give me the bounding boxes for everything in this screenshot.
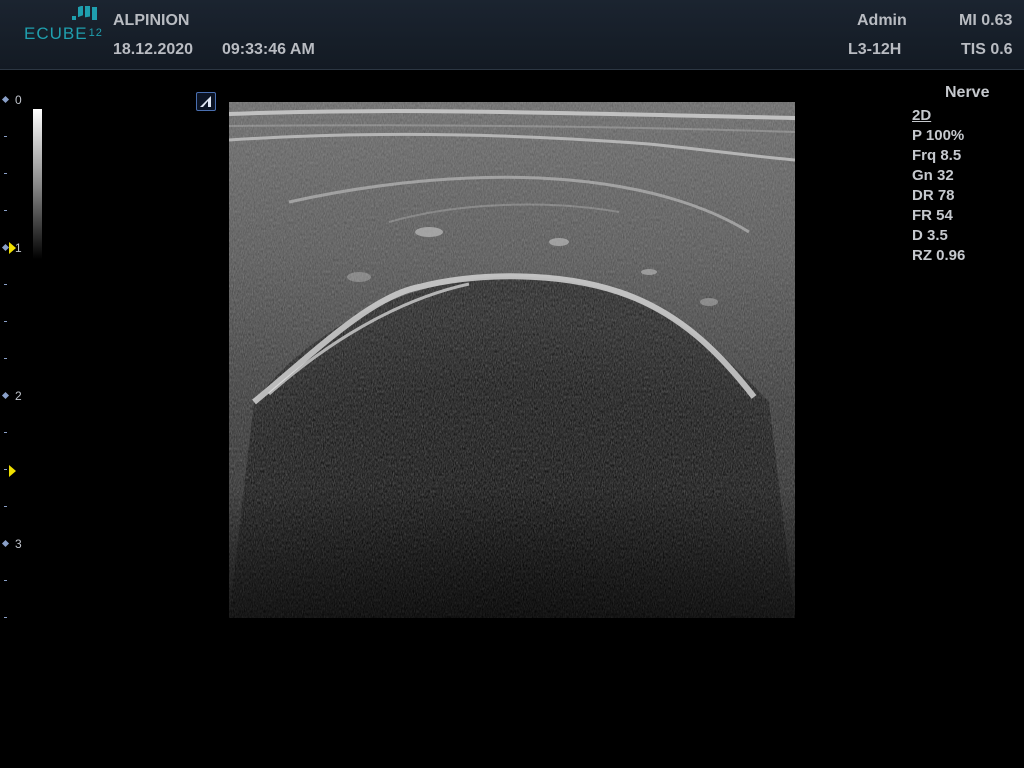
depth-tick-minor — [2, 315, 32, 329]
probe-name[interactable]: L3-12H — [848, 41, 901, 59]
header-bar: ECUBE12 ALPINION 18.12.2020 09:33:46 AM … — [0, 0, 1024, 70]
param-dynamic-range: DR 78 — [912, 187, 955, 204]
mode-label[interactable]: 2D — [912, 107, 931, 124]
grayscale-bar — [33, 109, 42, 259]
depth-scale: 0 1 2 3 — [0, 90, 60, 630]
brand-name: ALPINION — [113, 12, 190, 29]
orientation-glyph-icon — [200, 96, 211, 107]
ecube-logo-icon — [72, 6, 97, 20]
probe-orientation-icon — [196, 92, 216, 111]
depth-tick-minor — [2, 167, 32, 181]
depth-tick-minor — [2, 278, 32, 292]
focus-marker[interactable] — [9, 465, 16, 477]
param-resolution-zoom: RZ 0.96 — [912, 247, 966, 264]
depth-tick-major: 3 — [1, 537, 32, 551]
focus-marker[interactable] — [9, 242, 16, 254]
depth-label: 1 — [15, 241, 22, 255]
exam-date: 18.12.2020 — [113, 41, 194, 58]
param-power: P 100% — [912, 127, 965, 144]
ultrasound-image[interactable] — [229, 102, 795, 618]
ecube-logo: ECUBE12 — [24, 6, 104, 46]
param-frequency: Frq 8.5 — [912, 147, 962, 164]
depth-tick-minor — [2, 574, 32, 588]
mechanical-index: MI 0.63 — [959, 12, 1013, 29]
operator-name[interactable]: Admin — [857, 12, 907, 30]
depth-tick-major: 0 — [1, 93, 32, 107]
depth-tick-minor — [2, 204, 32, 218]
depth-tick-minor — [2, 500, 32, 514]
param-gain: Gn 32 — [912, 167, 954, 184]
depth-tick-minor — [2, 130, 32, 144]
depth-tick-minor — [2, 463, 32, 477]
depth-tick-major: 1 — [1, 241, 32, 255]
depth-label: 0 — [15, 93, 22, 107]
param-depth: D 3.5 — [912, 227, 948, 244]
depth-tick-minor — [2, 426, 32, 440]
preset-label[interactable]: Nerve — [945, 84, 989, 102]
depth-tick-minor — [2, 352, 32, 366]
thermal-index: TIS 0.6 — [961, 41, 1013, 58]
logo-model: 12 — [88, 27, 103, 39]
depth-tick-minor — [2, 611, 32, 625]
param-frame-rate: FR 54 — [912, 207, 953, 224]
logo-text: ECUBE12 — [24, 24, 103, 44]
logo-word: ECUBE — [24, 24, 88, 43]
depth-label: 2 — [15, 389, 22, 403]
depth-label: 3 — [15, 537, 22, 551]
ultrasound-scan — [229, 102, 795, 618]
depth-tick-major: 2 — [1, 389, 32, 403]
exam-time: 09:33:46 AM — [222, 41, 315, 58]
